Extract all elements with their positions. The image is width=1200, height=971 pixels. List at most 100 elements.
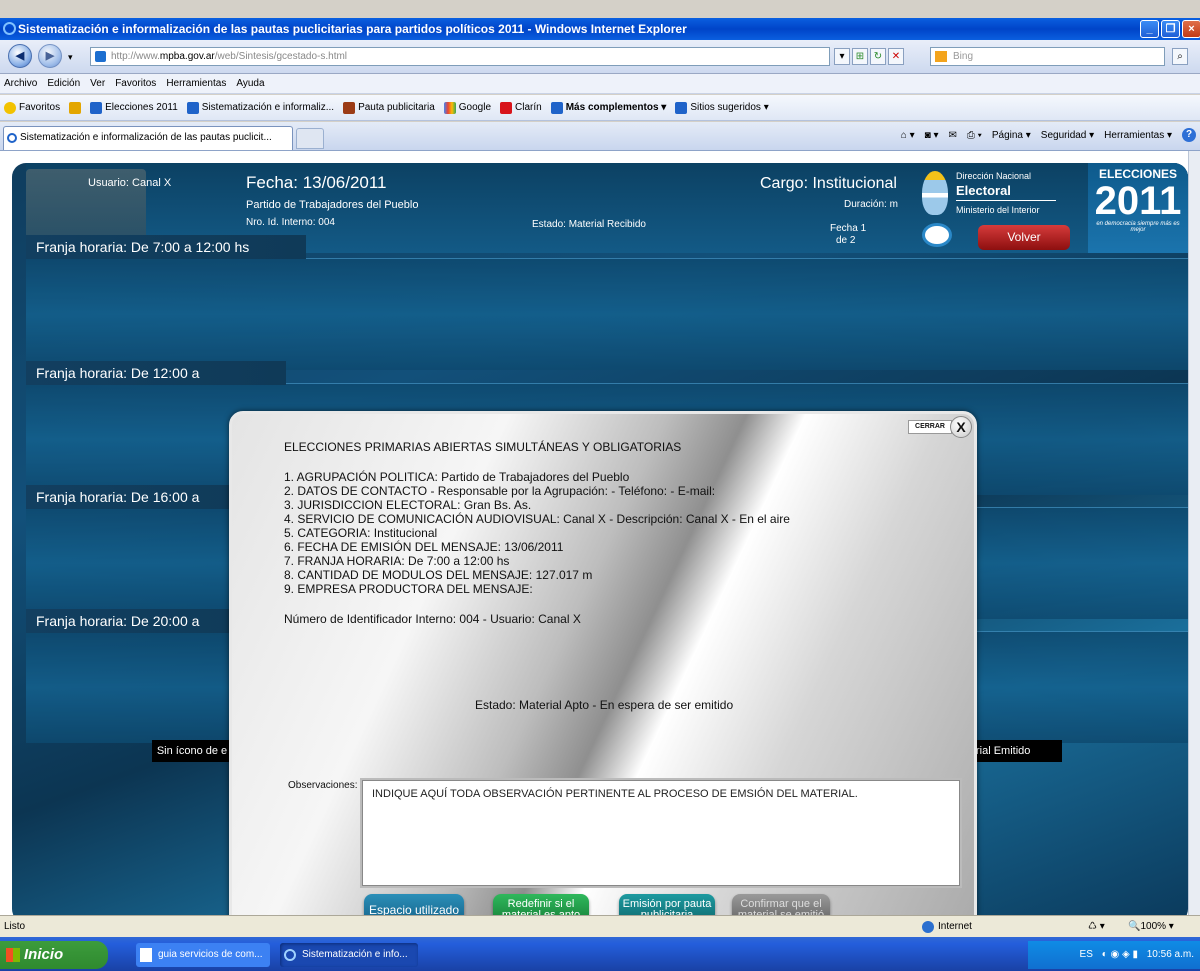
close-icon[interactable]: X xyxy=(950,416,972,438)
fav-mas-complementos[interactable]: Más complementos ▾ xyxy=(550,101,667,114)
zoom-control[interactable]: 🔍100% ▾ xyxy=(1128,916,1174,937)
fav-pauta-label: Pauta publicitaria xyxy=(358,102,435,113)
favorites-label: Favoritos xyxy=(19,102,61,113)
home-icon[interactable]: ⌂ ▾ xyxy=(901,130,915,141)
taskbar-item-guia[interactable]: guia servicios de com... xyxy=(136,943,270,967)
favorites-bar: Favoritos Elecciones 2011 Sistematizació… xyxy=(0,95,1200,121)
modal-line-5: 5. CATEGORIA: Institucional xyxy=(284,526,438,540)
menu-ayuda[interactable]: Ayuda xyxy=(236,78,264,89)
new-tab-button[interactable] xyxy=(296,128,324,149)
add-favorite-icon[interactable] xyxy=(69,101,82,114)
fecha-label: Fecha: 13/06/2011 xyxy=(246,173,387,192)
dir-divider xyxy=(956,200,1056,201)
status-text: Listo xyxy=(4,921,26,932)
ie-page-icon xyxy=(186,101,199,114)
add-favorite-star-icon xyxy=(69,101,82,114)
lang-indicator[interactable]: ES xyxy=(1080,949,1093,960)
url-path: /web/Sintesis/gcestado-s.html xyxy=(214,51,348,62)
taskbar: Inicio guia servicios de com... Sistemat… xyxy=(0,937,1200,971)
url-field[interactable]: http://www.mpba.gov.ar/web/Sintesis/gces… xyxy=(90,47,830,66)
zone-indicator: Internet xyxy=(922,916,972,937)
emision-button[interactable]: Emisión por pauta publicitaria xyxy=(619,894,715,915)
modal-line-6: 6. FECHA DE EMISIÓN DEL MENSAJE: 13/06/2… xyxy=(284,540,564,554)
url-dropdown-icon[interactable]: ▾ xyxy=(834,48,850,65)
tab-title: Sistematización e informalización de las… xyxy=(20,132,272,143)
print-icon[interactable]: ⎙ ▾ xyxy=(967,130,982,141)
minimize-button[interactable]: _ xyxy=(1140,20,1159,38)
start-button[interactable]: Inicio xyxy=(0,941,108,969)
usuario-label: Usuario: Canal X xyxy=(88,177,172,189)
menu-edicion[interactable]: Edición xyxy=(47,78,80,89)
history-dropdown-icon[interactable]: ▾ xyxy=(68,52,73,63)
dir-line2: Electoral xyxy=(956,183,1011,198)
confirmar-button[interactable]: Confirmar que el material se emitió xyxy=(732,894,830,915)
menu-bar: Archivo Edición Ver Favoritos Herramient… xyxy=(0,74,1200,94)
search-icon[interactable]: ⌕ xyxy=(1172,48,1188,65)
menu-herramientas-cmd[interactable]: Herramientas ▾ xyxy=(1104,130,1172,141)
menu-archivo[interactable]: Archivo xyxy=(4,78,37,89)
fav-sistematizacion[interactable]: Sistematización e informaliz... xyxy=(186,101,335,114)
stop-icon[interactable]: ✕ xyxy=(888,48,904,65)
start-label: Inicio xyxy=(24,946,64,963)
detail-modal: CERRAR X ELECCIONES PRIMARIAS ABIERTAS S… xyxy=(229,411,977,915)
franja-label-1: Franja horaria: De 7:00 a 12:00 hs xyxy=(26,235,306,259)
taskbar-item-guia-label: guia servicios de com... xyxy=(158,949,263,960)
volver-button[interactable]: Volver xyxy=(978,225,1070,250)
search-placeholder: Bing xyxy=(953,51,974,62)
espacio-utilizado-button[interactable]: Espacio utilizado xyxy=(364,894,464,915)
vertical-scrollbar[interactable] xyxy=(1188,151,1200,915)
observaciones-field[interactable]: INDIQUE AQUÍ TODA OBSERVACIÓN PERTINENTE… xyxy=(360,778,962,888)
cerrar-button[interactable]: CERRAR xyxy=(908,420,952,434)
fav-sitios-label: Sitios sugeridos ▾ xyxy=(690,102,769,113)
mail-icon[interactable]: ✉ xyxy=(948,130,956,141)
modal-line-8: 8. CANTIDAD DE MODULOS DEL MENSAJE: 127.… xyxy=(284,568,593,582)
tray-icons[interactable]: ◐ ◉ ◈ ▮ xyxy=(1102,949,1138,960)
dir-line3: Ministerio del Interior xyxy=(956,205,1040,215)
menu-seguridad[interactable]: Seguridad ▾ xyxy=(1041,130,1094,141)
ie-task-icon xyxy=(284,949,296,961)
redefinir-button[interactable]: Redefinir si el material es apto xyxy=(493,894,589,915)
window-title: Sistematización e informalización de las… xyxy=(18,22,687,36)
fav-clarin-label: Clarín xyxy=(515,102,542,113)
url-domain: mpba.gov.ar xyxy=(159,51,215,62)
favorites-button[interactable]: Favoritos xyxy=(4,101,61,114)
printer-icon[interactable] xyxy=(922,223,952,247)
taskbar-item-ie-label: Sistematización e info... xyxy=(302,949,408,960)
maximize-button[interactable]: ❐ xyxy=(1161,20,1180,38)
fecha-page-1: Fecha 1 xyxy=(830,223,867,234)
tab-current[interactable]: Sistematización e informalización de las… xyxy=(3,126,293,150)
window-titlebar: Sistematización e informalización de las… xyxy=(0,18,1200,40)
clarin-icon xyxy=(500,101,513,114)
tab-bar: Sistematización e informalización de las… xyxy=(0,122,1200,151)
star-icon xyxy=(4,101,16,114)
ie-logo-icon xyxy=(3,22,16,35)
taskbar-item-ie[interactable]: Sistematización e info... xyxy=(280,943,418,967)
menu-ver[interactable]: Ver xyxy=(90,78,105,89)
nro-id-label: Nro. Id. Interno: 004 xyxy=(246,217,335,228)
back-button[interactable]: ◀ xyxy=(8,44,32,68)
menu-herramientas[interactable]: Herramientas xyxy=(166,78,226,89)
feeds-icon[interactable]: ◙ ▾ xyxy=(925,130,939,141)
fav-sistematizacion-label: Sistematización e informaliz... xyxy=(201,102,335,113)
refresh-icon[interactable]: ↻ xyxy=(870,48,886,65)
modal-line-7: 7. FRANJA HORARIA: De 7:00 a 12:00 hs xyxy=(284,554,510,568)
bing-logo-icon xyxy=(935,51,947,62)
fav-pauta[interactable]: Pauta publicitaria xyxy=(343,101,435,114)
modal-line-3: 3. JURISDICCION ELECTORAL: Gran Bs. As. xyxy=(284,498,532,512)
protected-mode-icon[interactable]: ♺ ▾ xyxy=(1088,916,1105,937)
fav-elecciones[interactable]: Elecciones 2011 xyxy=(90,101,178,114)
fav-google[interactable]: Google xyxy=(443,101,491,114)
page-content: Usuario: Canal X Fecha: 13/06/2011 Parti… xyxy=(0,151,1196,915)
fav-clarin[interactable]: Clarín xyxy=(500,101,542,114)
modal-estado: Estado: Material Apto - En espera de ser… xyxy=(475,698,734,712)
elecciones-2011-logo: ELECCIONES 2011 en democracia siempre má… xyxy=(1088,163,1188,253)
help-icon[interactable]: ? xyxy=(1182,128,1196,142)
fav-sitios-sugeridos[interactable]: Sitios sugeridos ▾ xyxy=(675,101,769,114)
fav-mas-label: Más complementos ▾ xyxy=(565,102,667,113)
menu-favoritos[interactable]: Favoritos xyxy=(115,78,156,89)
compatibility-icon[interactable]: ⊞ xyxy=(852,48,868,65)
forward-button[interactable]: ▶ xyxy=(38,44,62,68)
search-input[interactable]: Bing xyxy=(930,47,1165,66)
menu-pagina[interactable]: Página ▾ xyxy=(992,130,1031,141)
close-window-button[interactable]: × xyxy=(1182,20,1200,38)
